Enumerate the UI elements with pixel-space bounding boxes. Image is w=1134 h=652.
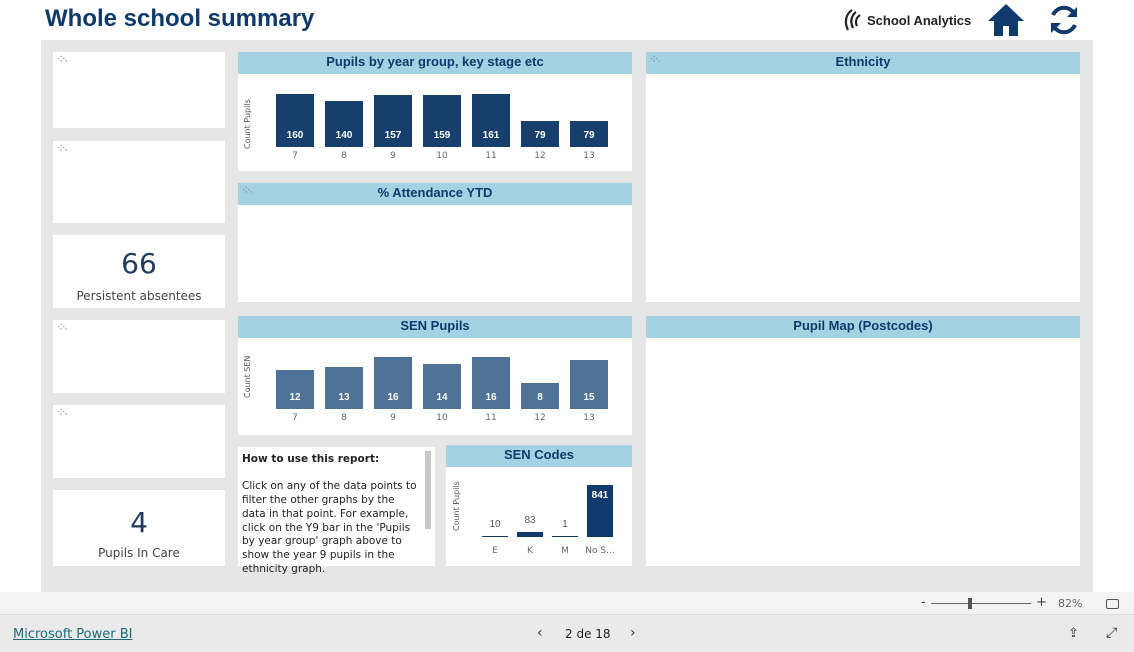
x-tick-label: No S... [585,546,615,556]
data-label: 13 [338,392,350,403]
kpi-value: 66 [121,247,157,280]
x-tick-label: 10 [436,151,448,161]
brand-logo-icon [844,9,861,31]
fullscreen-icon[interactable]: ⤢ [1106,625,1117,641]
chart-title: Pupils by year group, key stage etc [238,52,632,74]
brand-name: School Analytics [867,12,972,28]
data-label: 159 [433,130,451,141]
x-tick-label: 13 [583,151,595,161]
x-tick-label: 11 [485,151,497,161]
x-tick-label: 10 [436,413,448,423]
loading-icon: ⠪⠢ [242,186,253,195]
loading-icon: ⠪⠢ [57,408,68,417]
chart-title: % Attendance YTD [238,183,632,205]
data-label: 841 [591,490,609,501]
loading-icon: ⠪⠢ [57,144,68,153]
howto-body: Click on any of the data points to filte… [242,480,417,575]
data-label: 79 [534,130,546,141]
bar[interactable] [517,531,543,537]
scrollbar[interactable] [425,451,431,529]
kpi-card-loading: ⠪⠢ [53,141,225,223]
x-tick-label: 8 [341,413,347,423]
loading-icon: ⠪⠢ [57,323,68,332]
data-label: 160 [286,130,304,141]
attendance-ytd-chart[interactable]: % Attendance YTD ⠪⠢ [238,183,632,302]
loading-icon: ⠪⠢ [57,55,68,64]
kpi-card-loading: ⠪⠢ [53,405,225,478]
bar[interactable] [482,536,508,537]
bar[interactable] [276,370,314,409]
data-label: 15 [583,392,595,403]
kpi-value: 4 [130,506,148,539]
x-tick-label: 8 [341,151,347,161]
x-tick-label: 12 [534,151,546,161]
x-tick-label: M [561,546,569,556]
x-tick-label: 9 [390,151,396,161]
data-label: 14 [436,392,448,403]
x-tick-label: 13 [583,413,595,423]
pupils-by-year-chart[interactable]: Pupils by year group, key stage etc Coun… [238,52,632,171]
kpi-pupils-in-care[interactable]: 4 Pupils In Care [53,490,225,566]
loading-icon: ⠪⠢ [650,55,661,64]
data-label: 157 [384,130,402,141]
data-label: 161 [482,130,500,141]
refresh-icon[interactable] [1046,3,1082,37]
zoom-bar: - + 82% [0,592,1134,615]
data-label: 1 [562,519,568,530]
kpi-label: Persistent absentees [76,289,202,303]
zoom-slider-handle[interactable] [968,598,972,609]
x-tick-label: 11 [485,413,497,423]
how-to-use-textbox: How to use this report: Click on any of t… [238,447,435,575]
home-icon[interactable] [986,2,1026,38]
data-label: 8 [537,392,543,403]
x-tick-label: 9 [390,413,396,423]
x-tick-label: 7 [292,151,298,161]
x-tick-label: K [527,546,533,556]
y-axis-label: Count SEN [243,355,252,398]
fit-to-page-icon[interactable] [1106,599,1119,609]
x-tick-label: 7 [292,413,298,423]
data-label: 83 [524,514,536,526]
data-label: 10 [489,519,501,530]
kpi-card-loading: ⠪⠢ [53,52,225,128]
kpi-persistent-absentees[interactable]: 66 Persistent absentees [53,235,225,308]
share-icon[interactable]: ⇪ [1068,626,1079,641]
howto-heading: How to use this report: [242,453,380,465]
next-page-button[interactable]: › [630,625,636,641]
ethnicity-chart[interactable]: Ethnicity ⠪⠢ [646,52,1080,302]
y-axis-label: Count Pupils [452,481,461,531]
page-indicator: 2 de 18 [565,627,611,641]
data-label: 140 [335,130,353,141]
prev-page-button[interactable]: ‹ [537,625,543,641]
chart-title: SEN Pupils [238,316,632,338]
pupil-map[interactable]: Pupil Map (Postcodes) [646,316,1080,566]
data-label: 12 [289,392,301,403]
sen-codes-chart[interactable]: SEN Codes Count Pupils 10 E 83 K 1 M 841 No S..… [446,445,632,566]
kpi-label: Pupils In Care [98,546,180,560]
kpi-card-loading: ⠪⠢ [53,320,225,393]
zoom-slider[interactable] [931,603,1031,604]
x-tick-label: E [492,546,498,556]
data-label: 16 [387,392,399,403]
chart-title: SEN Codes [446,445,632,467]
school-analytics-logo: School Analytics [842,8,971,32]
chart-title: Ethnicity [646,52,1080,74]
x-tick-label: 12 [534,413,546,423]
chart-title: Pupil Map (Postcodes) [646,316,1080,338]
zoom-in-button[interactable]: + [1036,595,1047,610]
zoom-out-button[interactable]: - [921,595,926,610]
zoom-level: 82% [1058,597,1083,610]
page-title: Whole school summary [45,5,315,32]
power-bi-link[interactable]: Microsoft Power BI [13,627,132,642]
y-axis-label: Count Pupils [243,99,252,149]
bar[interactable] [552,536,578,537]
data-label: 79 [583,130,595,141]
report-canvas: ⠪⠢ ⠪⠢ 66 Persistent absentees ⠪⠢ ⠪⠢ 4 Pu… [41,40,1093,592]
footer: Microsoft Power BI ‹ 2 de 18 › ⇪ ⤢ [0,615,1134,652]
data-label: 16 [485,392,497,403]
sen-pupils-chart[interactable]: SEN Pupils Count SEN 12 7 13 8 16 9 14 10 16 11 8 1… [238,316,632,435]
